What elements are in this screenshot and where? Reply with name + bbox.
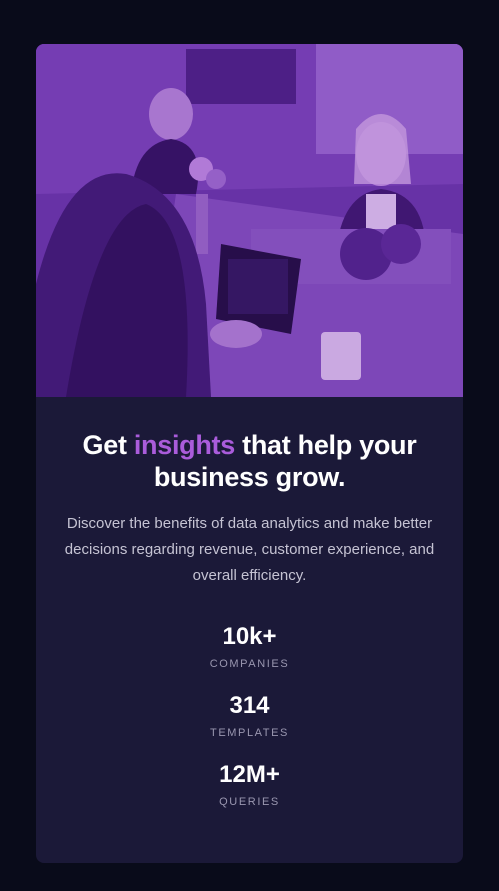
stats-preview-card: Get insights that help your business gro…	[36, 44, 463, 863]
stat-value: 314	[229, 692, 270, 719]
stat-companies: 10k+ COMPANIES	[36, 623, 463, 671]
stat-value: 12M+	[219, 761, 280, 788]
stat-label: TEMPLATES	[210, 727, 289, 739]
stat-label: QUERIES	[219, 796, 280, 808]
stats-list: 10k+ COMPANIES 314 TEMPLATES 12M+ QUERIE…	[36, 623, 463, 809]
stat-templates: 314 TEMPLATES	[36, 692, 463, 740]
description: Discover the benefits of data analytics …	[64, 515, 435, 584]
stat-queries: 12M+ QUERIES	[36, 761, 463, 809]
office-photo-illustration	[36, 44, 463, 397]
headline-prefix: Get	[82, 430, 134, 460]
headline-accent: insights	[133, 430, 235, 460]
card-content: Get insights that help your business gro…	[36, 397, 463, 809]
hero-image	[36, 44, 463, 397]
headline: Get insights that help your business gro…	[70, 429, 430, 493]
stat-value: 10k+	[222, 623, 277, 650]
stat-label: COMPANIES	[209, 658, 290, 670]
